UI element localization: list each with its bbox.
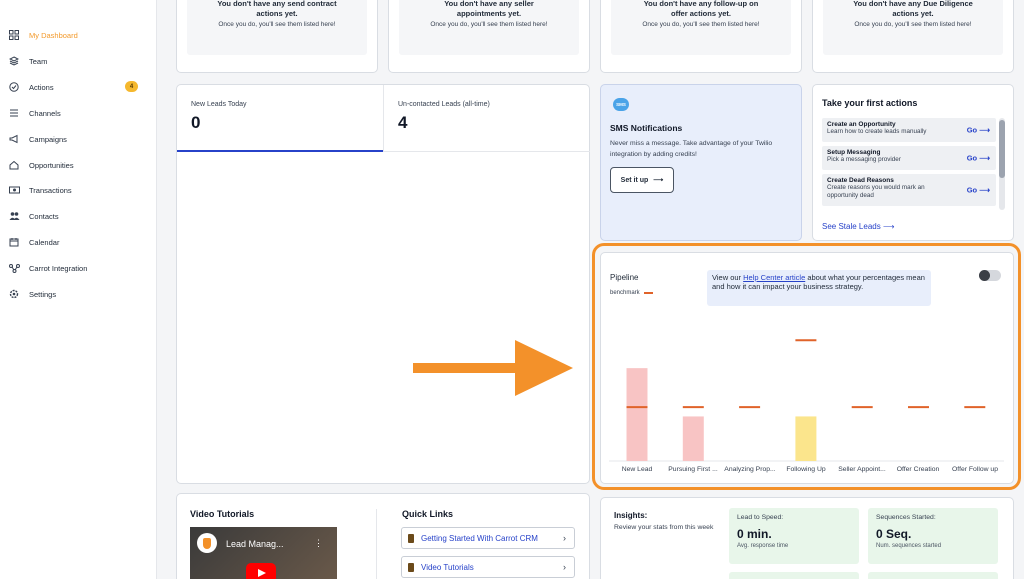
orange-arrow-icon (413, 340, 573, 396)
chevron-right-icon: › (563, 562, 566, 572)
divider (376, 509, 377, 579)
insights-subtitle: Review your stats from this week (614, 524, 714, 531)
stat-sub: Avg. response time (737, 543, 789, 549)
chevron-right-icon: › (563, 533, 566, 543)
book-icon (408, 563, 414, 572)
play-button[interactable] (246, 563, 276, 579)
more-vert-icon[interactable]: ⋮ (314, 538, 323, 549)
stat-box-partial (868, 572, 998, 579)
carrot-logo-icon (197, 533, 217, 553)
play-icon (258, 569, 266, 577)
video-thumb-text: Lead Manag... (226, 539, 284, 549)
stat-sub: Num. sequences started (876, 543, 942, 549)
video-thumbnail[interactable]: Lead Manag... ⋮ (190, 527, 337, 579)
quick-link-label: Video Tutorials (421, 562, 474, 572)
stat-label: Sequences Started: (876, 514, 936, 521)
highlight-frame (592, 243, 1021, 490)
quick-link-label: Getting Started With Carrot CRM (421, 533, 538, 543)
lead-speed-stat: Lead to Speed: 0 min. Avg. response time (729, 508, 859, 564)
insights-title: Insights: (614, 511, 648, 520)
stat-value: 0 min. (737, 527, 772, 541)
stat-value: 0 Seq. (876, 527, 912, 541)
video-tutorials-title: Video Tutorials (190, 509, 255, 519)
quick-link-getting-started[interactable]: Getting Started With Carrot CRM › (401, 527, 575, 549)
carrot-shape (203, 538, 211, 549)
quick-link-video-tutorials[interactable]: Video Tutorials › (401, 556, 575, 578)
stat-box-partial (729, 572, 859, 579)
sequences-stat: Sequences Started: 0 Seq. Num. sequences… (868, 508, 998, 564)
quick-links-title: Quick Links (402, 509, 454, 519)
stat-label: Lead to Speed: (737, 514, 784, 521)
book-icon (408, 534, 414, 543)
